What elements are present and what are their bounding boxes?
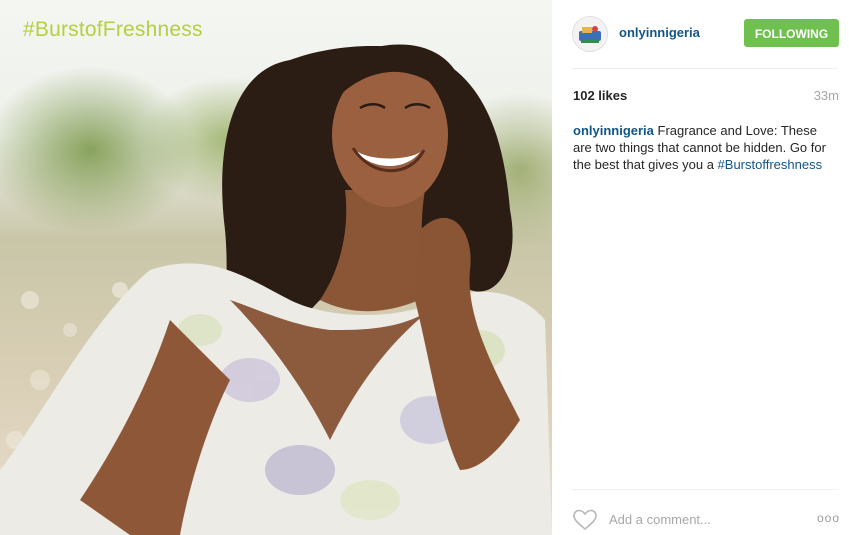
more-options-button[interactable]: ooo xyxy=(817,511,840,525)
instagram-post-modal: #BurstofFreshness onlyinnigeria FOLLOWIN… xyxy=(0,0,849,535)
likes-count[interactable]: 102 likes xyxy=(573,88,627,103)
avatar-icon xyxy=(573,17,607,51)
post-details-panel: onlyinnigeria FOLLOWING 102 likes 33m on… xyxy=(552,0,849,535)
post-photo[interactable]: #BurstofFreshness xyxy=(0,0,552,535)
like-heart-icon[interactable] xyxy=(572,508,598,532)
post-header: onlyinnigeria FOLLOWING xyxy=(552,0,849,68)
footer-divider xyxy=(572,489,838,490)
post-caption: onlyinnigeria Fragrance and Love: These … xyxy=(573,122,835,173)
post-timestamp[interactable]: 33m xyxy=(814,88,839,103)
username-link[interactable]: onlyinnigeria xyxy=(619,25,700,40)
user-avatar[interactable] xyxy=(572,16,608,52)
caption-username-link[interactable]: onlyinnigeria xyxy=(573,123,654,138)
add-comment-input[interactable]: Add a comment... xyxy=(609,512,711,527)
caption-hashtag-link[interactable]: #Burstoffreshness xyxy=(718,157,823,172)
photo-hashtag-overlay: #BurstofFreshness xyxy=(23,18,203,41)
following-button[interactable]: FOLLOWING xyxy=(744,19,839,47)
woman-photo-illustration xyxy=(0,44,552,535)
header-divider xyxy=(572,68,838,69)
